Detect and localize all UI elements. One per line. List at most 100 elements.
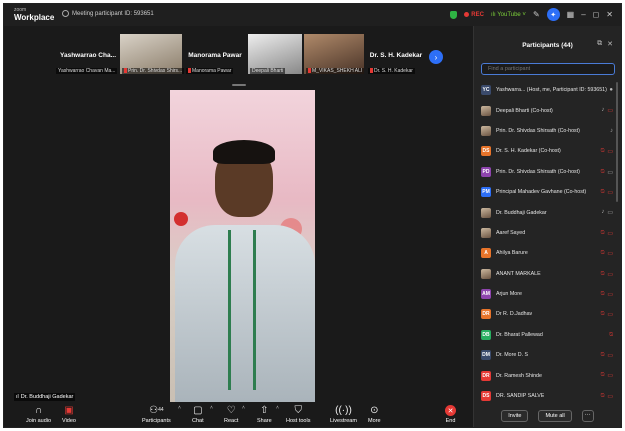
participant-row[interactable]: ANANT MARKALE ⍉ ▭ xyxy=(481,264,615,284)
mic-off-icon[interactable]: ⍉ xyxy=(601,169,605,176)
close-panel-icon[interactable]: ✕ xyxy=(607,40,613,48)
mic-off-icon[interactable]: ⍉ xyxy=(609,332,613,339)
camera-off-icon[interactable]: ▭ xyxy=(607,311,613,318)
mic-off-icon[interactable]: ⍉ xyxy=(601,311,605,318)
view-icon[interactable]: ▦ xyxy=(567,10,575,19)
meeting-info[interactable]: Meeting participant ID: 593651 xyxy=(62,10,154,17)
camera-off-icon[interactable]: ▭ xyxy=(607,393,613,400)
livestream-icon: ((·)) xyxy=(335,405,352,416)
camera-off-icon[interactable]: ▭ xyxy=(607,148,613,155)
camera-off-icon[interactable]: ▭ xyxy=(607,107,613,114)
tile-caption: Deepali Bharti xyxy=(250,68,286,74)
avatar: PM xyxy=(481,187,491,198)
gallery-tile-video[interactable]: M_VIKAS_SHEKH ALI xyxy=(304,34,365,74)
active-speaker-video[interactable] xyxy=(170,90,315,402)
participant-row[interactable]: Aaref Sayed ⍉ ▭ xyxy=(481,223,615,243)
participants-button[interactable]: ⚇ 44 Participants xyxy=(142,405,171,424)
mic-off-icon[interactable]: ⍉ xyxy=(601,393,605,400)
participants-icon: ⚇ 44 xyxy=(149,405,164,416)
chevron-up-icon[interactable]: ˄ xyxy=(178,405,181,411)
gallery-tile[interactable]: Dr. S. H. Kadekar Dr. S. H. Kadekar xyxy=(366,34,426,74)
react-label: React xyxy=(224,418,239,424)
camera-off-icon[interactable]: ▭ xyxy=(607,352,613,359)
mic-on-icon[interactable]: ♪ xyxy=(601,209,604,216)
invite-button[interactable]: Invite xyxy=(501,410,529,422)
gallery-tile[interactable]: Yashwarrao Cha... Yashwarrao Chavan Ma..… xyxy=(54,34,122,74)
participant-row[interactable]: PD Prin. Dr. Shivdas Shirsath (Co-host) ⍉ ▭ xyxy=(481,162,615,182)
camera-on-icon[interactable]: ▭ xyxy=(607,169,613,176)
mic-off-icon[interactable]: ⍉ xyxy=(601,291,605,298)
maximize-icon[interactable]: ◻ xyxy=(593,10,600,19)
camera-on-icon[interactable]: ▭ xyxy=(607,209,613,216)
apps-icon[interactable]: ✦ xyxy=(546,8,560,21)
minimize-icon[interactable]: – xyxy=(581,10,585,19)
mic-off-icon[interactable]: ⍉ xyxy=(601,352,605,359)
camera-off-icon[interactable]: ▭ xyxy=(607,271,613,278)
join-audio-button[interactable]: ∩ Join audio xyxy=(26,405,51,424)
mic-off-icon[interactable]: ⍉ xyxy=(601,271,605,278)
close-icon[interactable]: ✕ xyxy=(606,10,613,19)
end-button[interactable]: ✕ End xyxy=(445,405,456,424)
participant-row[interactable]: DS DR. SANDIP SALVE ⍉ ▭ xyxy=(481,386,615,406)
panel-footer: Invite Mute all ··· xyxy=(474,409,621,423)
chat-button[interactable]: ▢ Chat xyxy=(192,405,204,424)
react-button[interactable]: ♡ React xyxy=(224,405,238,424)
participant-row[interactable]: PM Principal Mahadev Gavhane (Co-host) ⍉ ▭ xyxy=(481,182,615,202)
share-button[interactable]: ⇧ Share xyxy=(257,405,272,424)
participant-row[interactable]: A Ahilya Barure ⍉ ▭ xyxy=(481,243,615,263)
camera-off-icon[interactable]: ▭ xyxy=(607,372,613,379)
mute-all-button[interactable]: Mute all xyxy=(538,410,572,422)
participant-row[interactable]: Deepali Bharti (Co-host) ♪ ▭ xyxy=(481,100,615,120)
recording-indicator[interactable]: REC xyxy=(464,12,484,18)
more-options-button[interactable]: ··· xyxy=(581,410,594,422)
chevron-up-icon[interactable]: ˄ xyxy=(276,405,279,411)
info-icon[interactable] xyxy=(62,10,69,17)
participant-row[interactable]: AM Arjun More ⍉ ▭ xyxy=(481,284,615,304)
gallery-tile[interactable]: Manorama Pawar Manorama Pawar xyxy=(184,34,246,74)
participant-status: ⍉ ▭ xyxy=(601,352,613,359)
next-page-button[interactable]: › xyxy=(429,50,443,64)
participant-search-input[interactable] xyxy=(481,63,615,75)
more-button[interactable]: ⊙ More xyxy=(368,405,381,424)
camera-off-icon[interactable]: ▭ xyxy=(607,230,613,237)
annotate-icon[interactable]: ✎ xyxy=(533,10,540,19)
avatar: DS xyxy=(481,146,491,157)
chevron-up-icon[interactable]: ˄ xyxy=(242,405,245,411)
camera-off-icon[interactable]: ▭ xyxy=(607,189,613,196)
video-button[interactable]: ▣ Video xyxy=(62,405,76,424)
participant-row[interactable]: YC Yashwarra... (Host, me, Participant ID… xyxy=(481,80,615,100)
camera-off-icon[interactable]: ▭ xyxy=(607,291,613,298)
participant-row[interactable]: DR Dr. Ramesh Shinde ⍉ ▭ xyxy=(481,365,615,385)
resize-handle[interactable] xyxy=(232,84,246,86)
participant-row[interactable]: DM Dr. More D. S ⍉ ▭ xyxy=(481,345,615,365)
youtube-livestream[interactable]: ılı YouTube ˅ xyxy=(491,12,526,18)
mic-off-icon[interactable]: ⍉ xyxy=(601,189,605,196)
avatar: DS xyxy=(481,391,491,402)
gallery-tile-video[interactable]: Deepali Bharti xyxy=(248,34,302,74)
panel-scrollbar[interactable] xyxy=(616,82,618,202)
popout-icon[interactable]: ⧉ xyxy=(597,40,602,48)
mic-off-icon[interactable]: ⍉ xyxy=(601,148,605,155)
livestream-button[interactable]: ((·)) Livestream xyxy=(330,405,357,424)
participant-row[interactable]: DR Dr R. D.Jadhav ⍉ ▭ xyxy=(481,304,615,324)
gallery-tile-video[interactable]: Prin. Dr. Shivdas Shirs... xyxy=(120,34,185,74)
mic-on-icon[interactable]: ♪ xyxy=(601,107,604,114)
mic-off-icon xyxy=(188,68,191,74)
host-tools-button[interactable]: ⛉ Host tools xyxy=(286,405,310,424)
share-label: Share xyxy=(257,418,272,424)
participant-row[interactable]: Dr. Buddhaji Gadekar ♪ ▭ xyxy=(481,202,615,222)
mic-off-icon[interactable]: ⍉ xyxy=(601,230,605,237)
security-shield-icon[interactable] xyxy=(450,10,458,19)
participant-name: Dr. Buddhaji Gadekar xyxy=(496,209,547,216)
participant-status: ♪ ▭ xyxy=(601,107,613,114)
camera-off-icon[interactable]: ▭ xyxy=(607,250,613,257)
avatar: AM xyxy=(481,289,491,300)
participant-row[interactable]: DS Dr. S. H. Kadekar (Co-host) ⍉ ▭ xyxy=(481,141,615,161)
mic-off-icon[interactable]: ⍉ xyxy=(601,250,605,257)
mic-on-icon[interactable]: ♪ xyxy=(610,128,613,134)
mic-off-icon[interactable]: ⍉ xyxy=(601,372,605,379)
participant-row[interactable]: Prin. Dr. Shivdas Shirsath (Co-host) ♪ xyxy=(481,121,615,141)
participant-name: DR. SANDIP SALVE xyxy=(496,393,545,400)
participant-row[interactable]: DB Dr. Bharat Pallewad ⍉ xyxy=(481,325,615,345)
chevron-up-icon[interactable]: ˄ xyxy=(210,405,213,411)
